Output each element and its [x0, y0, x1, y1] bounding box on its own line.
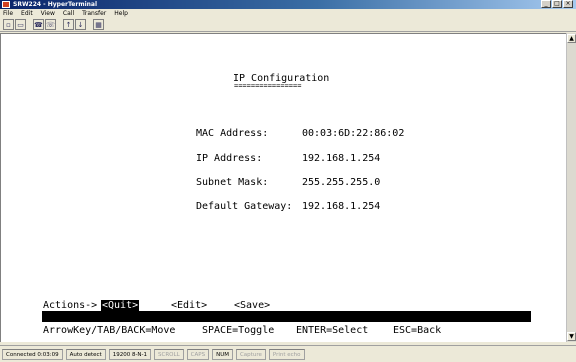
status-print: Print echo — [268, 348, 305, 360]
scroll-up-icon[interactable]: ▲ — [567, 34, 576, 43]
menu-call[interactable]: Call — [63, 9, 74, 18]
send-icon[interactable]: ↑ — [63, 19, 74, 30]
help-toggle: SPACE=Toggle — [202, 325, 275, 336]
title-bar[interactable]: SRW224 - HyperTerminal _ □ × — [0, 0, 576, 9]
status-bar: Connected 0:03:09 Auto detect 19200 8-N-… — [0, 345, 576, 362]
ip-address-value: 192.168.1.254 — [302, 153, 381, 164]
disconnect-icon[interactable]: ☎ — [33, 19, 44, 30]
status-num: NUM — [212, 348, 233, 360]
mac-address-label: MAC Address: — [196, 128, 269, 139]
status-capture: Capture — [235, 348, 266, 360]
status-detect: Auto detect — [65, 348, 106, 360]
help-back: ESC=Back — [393, 325, 442, 336]
status-caps: CAPS — [186, 348, 210, 360]
screen-title-underline: ================ — [234, 82, 302, 90]
help-move: ArrowKey/TAB/BACK=Move — [43, 325, 176, 336]
app-icon — [2, 1, 10, 8]
default-gateway-label: Default Gateway: — [196, 201, 293, 212]
connect-icon[interactable]: ☏ — [45, 19, 56, 30]
new-icon[interactable]: ▫ — [3, 19, 14, 30]
status-connected: Connected 0:03:09 — [2, 348, 63, 360]
close-button[interactable]: × — [563, 0, 573, 8]
menu-file[interactable]: File — [3, 9, 13, 18]
ip-address-label: IP Address: — [196, 153, 263, 164]
divider-bar — [42, 311, 531, 322]
hyperterminal-window: SRW224 - HyperTerminal _ □ × File Edit V… — [0, 0, 576, 362]
toolbar: ▫ ▭ ☎ ☏ ↑ ↓ ▦ — [0, 18, 576, 32]
properties-icon[interactable]: ▦ — [93, 19, 104, 30]
mac-address-value: 00:03:6D:22:86:02 — [302, 128, 405, 139]
scroll-down-icon[interactable]: ▼ — [567, 332, 576, 341]
menu-transfer[interactable]: Transfer — [82, 9, 106, 18]
minimize-button[interactable]: _ — [541, 0, 551, 8]
default-gateway-value: 192.168.1.254 — [302, 201, 381, 212]
menu-edit[interactable]: Edit — [21, 9, 33, 18]
vertical-scrollbar[interactable]: ▲ ▼ — [566, 33, 576, 342]
receive-icon[interactable]: ↓ — [75, 19, 86, 30]
subnet-mask-label: Subnet Mask: — [196, 177, 269, 188]
menu-bar: File Edit View Call Transfer Help — [0, 9, 576, 18]
open-icon[interactable]: ▭ — [15, 19, 26, 30]
status-scroll: SCROLL — [154, 348, 184, 360]
status-settings: 19200 8-N-1 — [108, 348, 152, 360]
menu-help[interactable]: Help — [114, 9, 128, 18]
help-select: ENTER=Select — [296, 325, 369, 336]
menu-view[interactable]: View — [41, 9, 55, 18]
window-title: SRW224 - HyperTerminal — [13, 1, 98, 8]
subnet-mask-value: 255.255.255.0 — [302, 177, 381, 188]
maximize-button[interactable]: □ — [552, 0, 562, 8]
